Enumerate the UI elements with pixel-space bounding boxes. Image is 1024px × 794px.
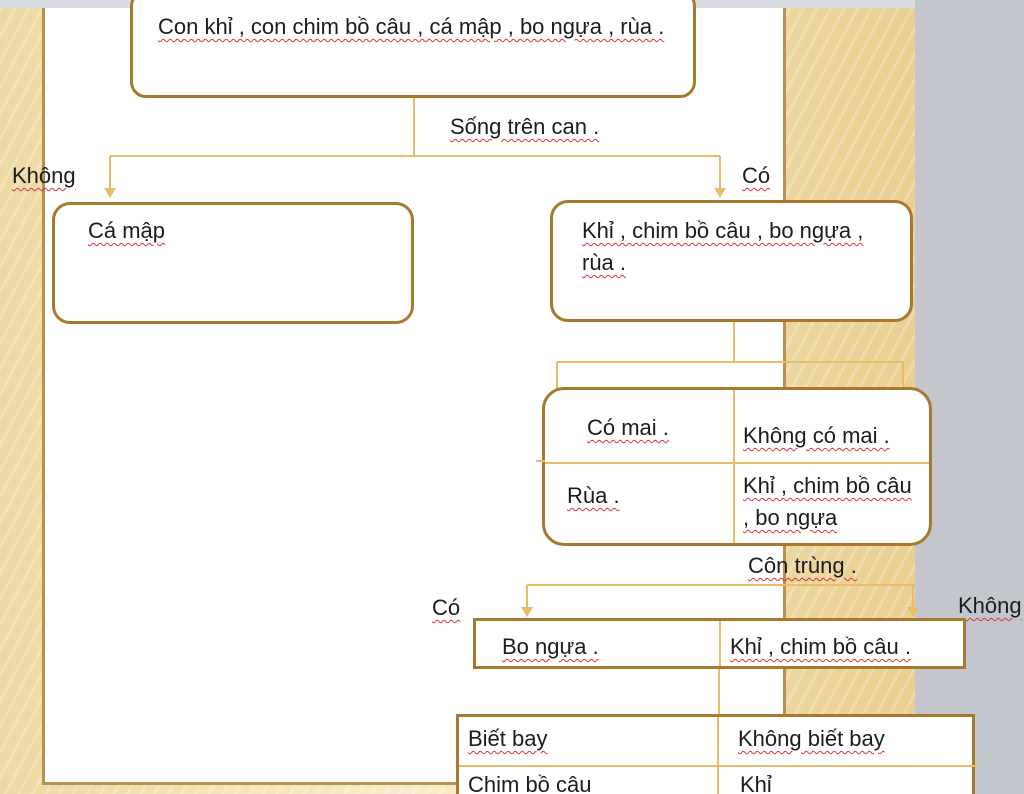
q3-table-divider — [719, 621, 721, 666]
q2-no-value: Khỉ , chim bồ câu , bo ngựa — [743, 473, 912, 530]
q3-no-label: Không — [958, 593, 1022, 618]
q2-yes-value: Rùa . — [567, 483, 620, 508]
q4-yes-header: Biết bay — [468, 726, 548, 751]
root-node: Con khỉ , con chim bồ câu , cá mập , bo … — [130, 0, 696, 98]
q2-yes-header: Có mai . — [587, 415, 669, 440]
q1-yes-label: Có — [742, 163, 771, 188]
q3-result-table: Bo ngựa . Khỉ , chim bồ câu . — [473, 618, 966, 669]
q2-no-header: Không có mai . — [743, 423, 890, 448]
q1-no-label: Không — [12, 163, 76, 188]
q4-no-value: Khỉ — [740, 772, 772, 794]
q2-decision-table: Có mai . Không có mai . Rùa . Khỉ , chim… — [542, 387, 932, 546]
q4-table-row-divider — [459, 765, 978, 767]
q3-yes-value: Bo ngựa . — [502, 634, 599, 659]
q1-no-node-text: Cá mập — [88, 218, 166, 243]
q1-yes-node-text: Khỉ , chim bồ câu , bo ngựa , rùa . — [582, 218, 864, 275]
q1-question-label: Sống trên can . — [450, 114, 600, 139]
workspace-background — [915, 0, 1024, 794]
root-node-text: Con khỉ , con chim bồ câu , cá mập , bo … — [158, 14, 665, 39]
q1-no-node: Cá mập — [52, 202, 414, 324]
q4-table-col-divider — [717, 717, 719, 794]
q3-no-value: Khỉ , chim bồ câu . — [730, 634, 911, 659]
q4-decision-table: Biết bay Không biết bay Chim bồ câu Khỉ — [456, 714, 978, 794]
q1-yes-node: Khỉ , chim bồ câu , bo ngựa , rùa . — [550, 200, 913, 322]
q3-question-label: Côn trùng . — [748, 553, 857, 578]
q4-yes-value: Chim bồ câu — [468, 772, 592, 794]
q3-yes-label: Có — [432, 595, 461, 620]
q4-no-header: Không biết bay — [738, 726, 885, 751]
